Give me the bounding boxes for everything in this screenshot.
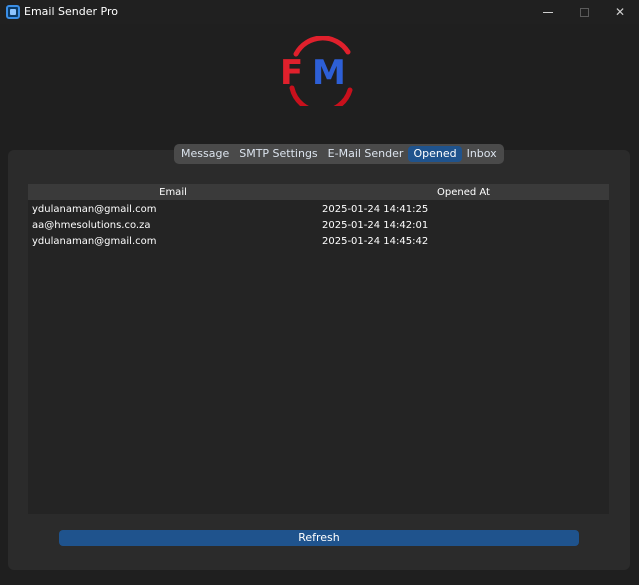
tab-smtp-settings[interactable]: SMTP Settings — [234, 146, 322, 162]
cell-email: ydulanaman@gmail.com — [32, 235, 157, 247]
title-bar: Email Sender Pro ✕ — [0, 0, 639, 24]
maximize-icon — [579, 7, 589, 17]
tab-email-sender[interactable]: E-Mail Sender — [323, 146, 409, 162]
tab-message[interactable]: Message — [176, 146, 234, 162]
tab-opened[interactable]: Opened — [408, 146, 462, 162]
refresh-button[interactable]: Refresh — [59, 530, 579, 546]
close-icon: ✕ — [614, 5, 626, 19]
window-title: Email Sender Pro — [24, 5, 118, 18]
maximize-button[interactable] — [566, 0, 602, 24]
fm-logo: F M — [270, 35, 366, 114]
table-row[interactable]: aa@hmesolutions.co.za 2025-01-24 14:42:0… — [28, 217, 609, 233]
logo-letter-f: F — [280, 53, 303, 93]
table-body: ydulanaman@gmail.com 2025-01-24 14:41:25… — [28, 201, 609, 249]
logo-letter-m: M — [312, 53, 346, 93]
tab-inbox[interactable]: Inbox — [462, 146, 502, 162]
table-row[interactable]: ydulanaman@gmail.com 2025-01-24 14:41:25 — [28, 201, 609, 217]
column-header-opened-at[interactable]: Opened At — [318, 187, 609, 198]
cell-email: ydulanaman@gmail.com — [32, 203, 157, 215]
column-header-email[interactable]: Email — [28, 187, 318, 198]
minimize-button[interactable] — [530, 0, 566, 24]
minimize-icon — [543, 11, 553, 13]
app-icon — [6, 5, 20, 19]
cell-opened-at: 2025-01-24 14:42:01 — [322, 219, 429, 231]
table-header: Email Opened At — [28, 184, 609, 200]
cell-opened-at: 2025-01-24 14:41:25 — [322, 203, 429, 215]
cell-email: aa@hmesolutions.co.za — [32, 219, 151, 231]
cell-opened-at: 2025-01-24 14:45:42 — [322, 235, 429, 247]
tab-bar: Message SMTP Settings E-Mail Sender Open… — [174, 144, 504, 164]
table-row[interactable]: ydulanaman@gmail.com 2025-01-24 14:45:42 — [28, 233, 609, 249]
opened-emails-table[interactable]: Email Opened At ydulanaman@gmail.com 202… — [28, 184, 609, 514]
close-button[interactable]: ✕ — [602, 0, 638, 24]
